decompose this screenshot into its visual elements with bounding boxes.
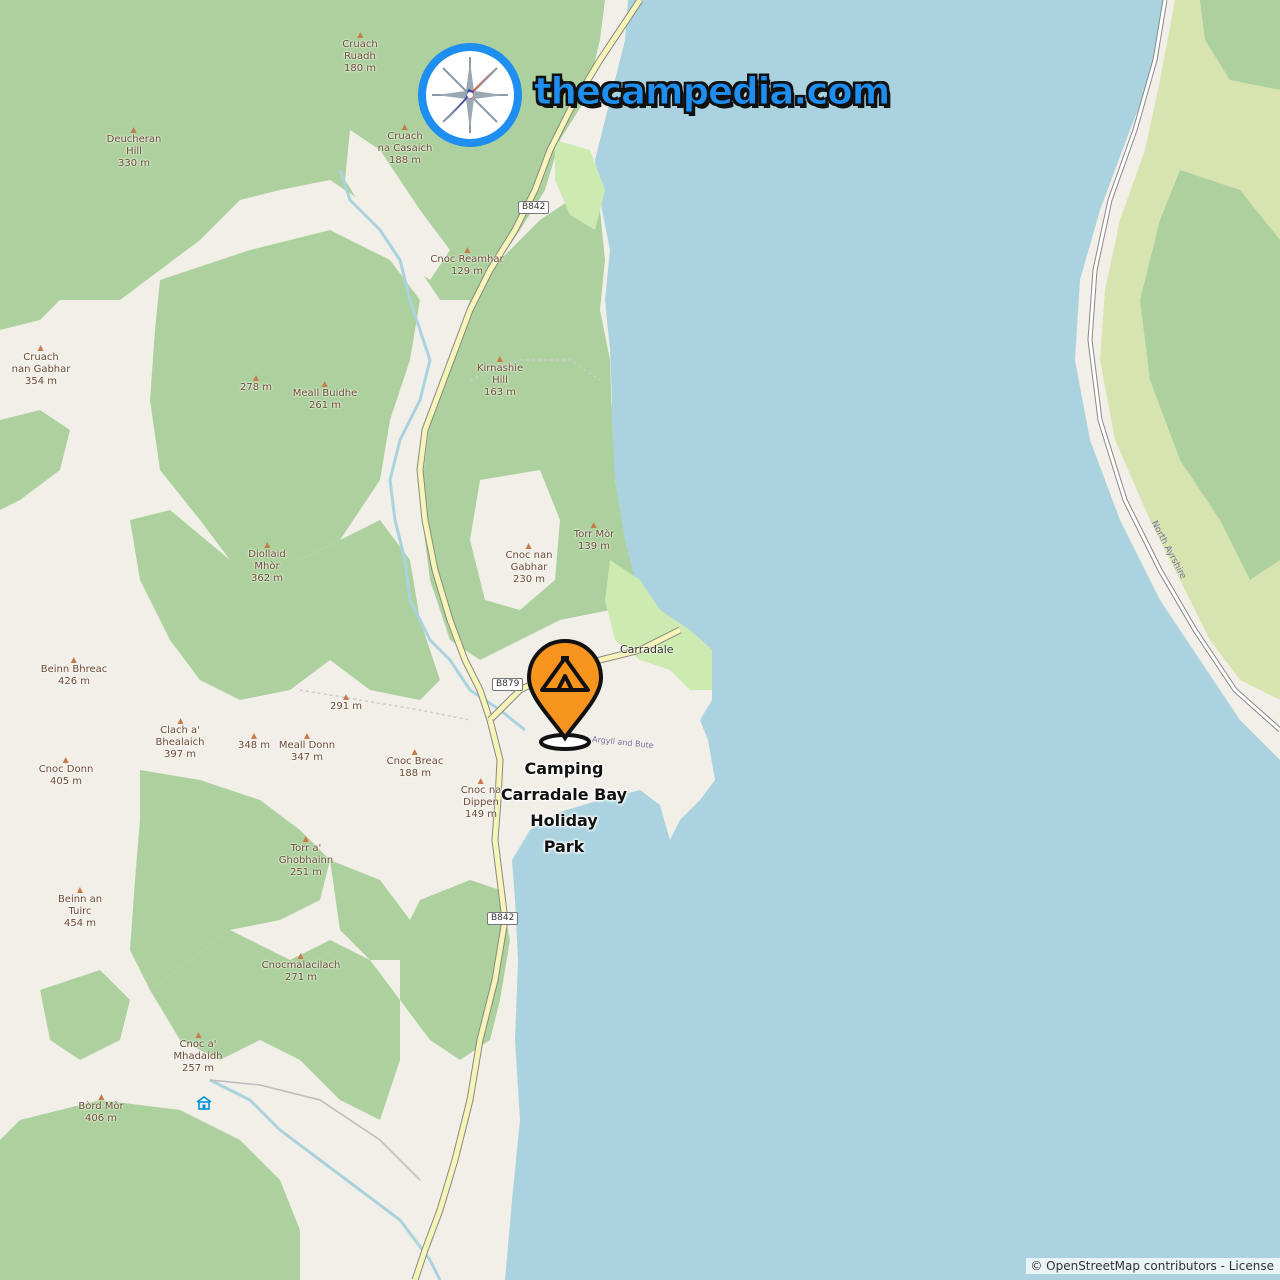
peak-torr-a-ghobhainn: Torr a' Ghobhainn 251 m [279, 836, 333, 879]
forest-west-edge [0, 410, 70, 510]
campsite-label-line: Holiday [530, 811, 598, 830]
campsite-label-line: Park [543, 837, 585, 856]
peak-beinn-an-tuirc: Beinn an Tuirc 454 m [58, 887, 102, 930]
peak-cnoc-breac: Cnoc Breac 188 m [387, 749, 443, 780]
peak-cruach-nan-gabhar: Cruach nan Gabhar 354 m [12, 345, 70, 388]
peak-meall-donn: Meall Donn 347 m [279, 733, 335, 764]
peak-torr-mor: Torr Mòr 139 m [574, 522, 614, 553]
forest-west-mid [150, 230, 420, 560]
peak-cruach-ruadh: Cruach Ruadh 180 m [342, 32, 378, 75]
map-base-layer [0, 0, 1280, 1280]
forest-sw-patches [40, 970, 130, 1060]
road-shield-b879: B879 [492, 678, 524, 691]
campsite-label[interactable]: Camping Carradale Bay Holiday Park [474, 756, 654, 860]
forest-south [0, 1100, 300, 1280]
peak-diollaid-mhor: Diollaid Mhòr 362 m [248, 542, 286, 585]
license-link[interactable]: License [1229, 1259, 1274, 1273]
peak-kirnashie-hill: Kirnashie Hill 163 m [477, 356, 523, 399]
map-attribution: © OpenStreetMap contributors - License [1026, 1258, 1280, 1274]
shelter-icon [196, 1096, 212, 1110]
attribution-separator: - [1216, 1259, 1229, 1273]
peak-348: 348 m [238, 733, 270, 752]
peak-cnoc-nan-gabhar: Cnoc nan Gabhar 230 m [506, 543, 552, 586]
peak-cnocmalacilach: Cnocmalacilach 271 m [262, 953, 340, 984]
campsite-label-line: Camping [524, 759, 604, 778]
peak-clach-a-bhealaich: Clach a' Bhealaich 397 m [156, 718, 205, 761]
peak-278: 278 m [240, 375, 272, 394]
compass-icon[interactable] [416, 41, 524, 149]
peak-cnoc-donn: Cnoc Donn 405 m [39, 757, 93, 788]
forest-ridge [330, 860, 410, 960]
place-carradale: Carradale [620, 643, 674, 656]
track-mid [299, 689, 471, 721]
peak-beinn-bhreac: Beinn Bhreac 426 m [41, 657, 107, 688]
peak-cnoc-a-mhadaidh: Cnoc a' Mhadaidh 257 m [173, 1032, 223, 1075]
peak-meall-buidhe: Meall Buidhe 261 m [293, 381, 357, 412]
road-shield-b842-north: B842 [518, 201, 550, 214]
peak-bord-mor: Bòrd Mòr 406 m [78, 1094, 124, 1125]
osm-attribution-link[interactable]: © OpenStreetMap contributors [1030, 1259, 1216, 1273]
campsite-label-line: Carradale Bay [500, 785, 628, 804]
peak-deucheran-hill: Deucheran Hill 330 m [107, 127, 161, 170]
peak-291: 291 m [330, 694, 362, 713]
road-shield-b842-south: B842 [487, 912, 519, 925]
map-canvas[interactable]: Cruach Ruadh 180 m Deucheran Hill 330 m Crua… [0, 0, 1280, 1280]
peak-cnoc-reamhar: Cnoc Reamhar 129 m [430, 247, 504, 278]
campsite-marker[interactable] [525, 638, 605, 752]
brand-name[interactable]: thecampedia.com [533, 70, 890, 114]
